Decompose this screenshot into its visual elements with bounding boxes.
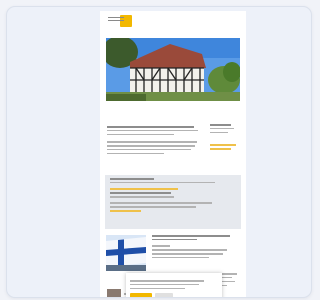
text-line: [108, 20, 124, 21]
text-line: [152, 249, 228, 251]
accept-cookies-button[interactable]: [130, 293, 152, 297]
site-name: [108, 17, 124, 26]
text-line: [110, 192, 171, 194]
cookie-consent-banner: [126, 273, 222, 297]
text-line: [152, 245, 171, 247]
sidebar-box: [210, 124, 240, 168]
site-header: [100, 11, 246, 36]
text-line: [107, 141, 198, 143]
text-line: [130, 283, 199, 286]
text-line: [107, 148, 191, 151]
text-line: [108, 17, 124, 18]
hero-image: [106, 38, 240, 101]
text-line: [110, 181, 215, 184]
text-line: [107, 126, 195, 128]
small-thumbnail-photo: [107, 289, 121, 297]
text-line: [210, 124, 231, 126]
text-line: [152, 253, 223, 255]
text-line: [210, 131, 228, 134]
screenshot-card: [6, 6, 312, 298]
text-line: [110, 206, 196, 208]
news-text: [152, 235, 234, 261]
website-page: [100, 11, 246, 297]
news-item[interactable]: [106, 235, 240, 273]
text-line: [210, 127, 234, 130]
text-line: [130, 280, 205, 282]
decline-cookies-button[interactable]: [155, 293, 173, 297]
text-line: [152, 238, 198, 241]
text-line: [107, 152, 164, 155]
text-line: [152, 256, 210, 259]
info-panel: [105, 175, 241, 229]
text-line: [107, 145, 196, 147]
panel-link[interactable]: [110, 188, 179, 190]
text-line: [152, 235, 230, 237]
sidebar-link[interactable]: [210, 144, 236, 146]
text-line: [110, 178, 154, 180]
text-line: [130, 287, 185, 290]
intro-text: [107, 126, 202, 157]
text-line: [107, 129, 199, 132]
panel-link[interactable]: [110, 210, 141, 212]
text-line: [110, 202, 213, 204]
text-line: [124, 296, 145, 297]
finland-flag-photo: [106, 235, 146, 271]
text-line: [110, 196, 174, 198]
text-line: [107, 133, 174, 136]
cookie-text: [130, 280, 208, 292]
sidebar-link[interactable]: [210, 148, 231, 150]
